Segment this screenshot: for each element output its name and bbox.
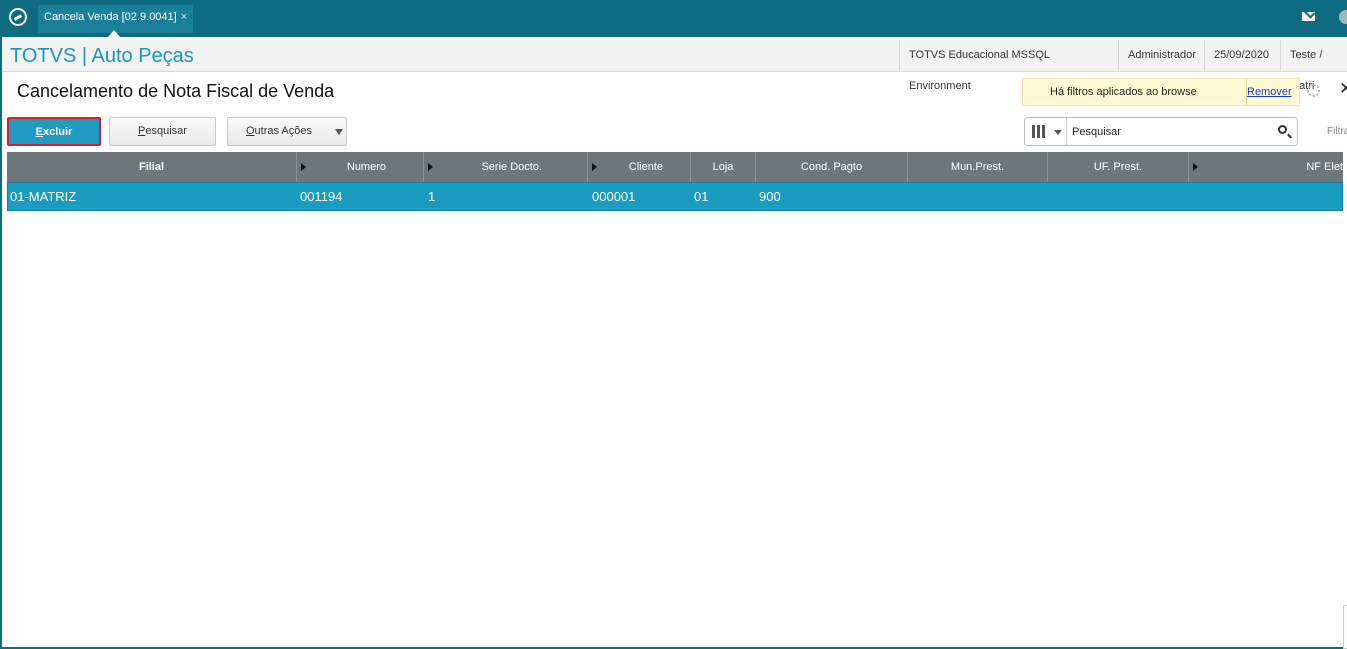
app-title: TOTVS | Auto Peças	[10, 45, 194, 67]
totvs-logo-icon[interactable]	[9, 8, 27, 26]
tab-close-icon[interactable]: ×	[181, 11, 187, 23]
search-icon[interactable]	[1278, 125, 1287, 134]
scrollbar[interactable]	[1343, 605, 1347, 649]
tab-active-indicator	[108, 30, 120, 37]
column-header-numero[interactable]: Numero	[297, 152, 424, 182]
tab-label: Cancela Venda [02.9.0041]	[44, 11, 177, 23]
user-label[interactable]: Administrador	[1118, 40, 1204, 71]
filtrar-label[interactable]: Filtrar	[1327, 126, 1347, 137]
top-bar: Cancela Venda [02.9.0041] ×	[0, 0, 1347, 37]
column-header-cliente[interactable]: Cliente	[588, 152, 691, 182]
date-label[interactable]: 25/09/2020	[1204, 40, 1280, 71]
help-icon[interactable]	[1339, 10, 1347, 24]
remove-filter-link[interactable]: Remover	[1246, 79, 1292, 105]
excluir-label: xcluir	[42, 126, 73, 138]
chevron-down-icon[interactable]	[1054, 130, 1062, 135]
caret-right-icon	[592, 163, 597, 171]
caret-right-icon	[1193, 163, 1198, 171]
cell-serie: 1	[428, 189, 436, 204]
pesquisar-label: esquisar	[145, 125, 187, 137]
close-icon[interactable]: ✕	[1339, 79, 1347, 99]
pesquisar-button[interactable]: Pesquisar	[109, 117, 216, 146]
app-window: TOTVS | Auto Peças TOTVS Educacional MSS…	[2, 37, 1347, 649]
cell-filial: 01-MATRIZ	[10, 189, 77, 204]
cell-numero: 001194	[300, 189, 343, 204]
outras-acoes-button[interactable]: Outras Ações	[227, 117, 347, 146]
column-header-mun-prest[interactable]: Mun.Prest.	[908, 152, 1048, 182]
caret-right-icon	[428, 163, 433, 171]
outras-acoes-hotkey: O	[245, 125, 255, 137]
outras-acoes-label: utras Ações	[254, 125, 313, 137]
column-header-label: NF Elet	[1306, 161, 1343, 173]
filter-banner: Há filtros aplicados ao browse Remover	[1022, 78, 1300, 106]
table-row[interactable]: 01-MATRIZ 001194 1 000001 01 900	[7, 182, 1343, 211]
excluir-hotkey: E	[35, 126, 43, 138]
data-grid: Filial Numero Serie Docto. Cliente Loja …	[7, 152, 1343, 647]
column-header-filial[interactable]: Filial	[7, 152, 297, 182]
search-box	[1024, 117, 1298, 146]
column-header-label: Serie Docto.	[481, 161, 542, 173]
gear-icon[interactable]	[1307, 84, 1320, 97]
mail-icon[interactable]	[1302, 12, 1315, 21]
column-header-label: Numero	[346, 161, 386, 173]
chevron-down-icon	[335, 129, 343, 135]
columns-icon[interactable]	[1032, 125, 1047, 138]
column-header-serie-docto[interactable]: Serie Docto.	[424, 152, 588, 182]
cell-cliente: 000001	[592, 189, 636, 204]
cell-loja: 01	[694, 189, 709, 204]
search-input[interactable]	[1070, 121, 1274, 143]
column-header-loja[interactable]: Loja	[691, 152, 756, 182]
column-header-uf-prest[interactable]: UF. Prest.	[1048, 152, 1189, 182]
column-header-cond-pagto[interactable]: Cond. Pagto	[756, 152, 908, 182]
divider	[1066, 118, 1067, 145]
branch-label[interactable]: Teste / Matri	[1280, 40, 1347, 92]
page-title: Cancelamento de Nota Fiscal de Venda	[17, 81, 335, 101]
filter-banner-text: Há filtros aplicados ao browse	[1050, 86, 1197, 98]
caret-right-icon	[301, 163, 306, 171]
grid-header: Filial Numero Serie Docto. Cliente Loja …	[7, 152, 1343, 182]
cell-cond-pagto: 900	[759, 189, 781, 204]
app-header: TOTVS | Auto Peças TOTVS Educacional MSS…	[2, 40, 1347, 92]
column-header-label: Cliente	[628, 161, 663, 173]
tab-cancela-venda[interactable]: Cancela Venda [02.9.0041] ×	[38, 5, 194, 33]
excluir-button[interactable]: Excluir	[7, 117, 101, 146]
environment-label: TOTVS Educacional MSSQL Environment	[899, 40, 1118, 92]
column-header-nf-elet[interactable]: NF Elet	[1189, 152, 1343, 182]
